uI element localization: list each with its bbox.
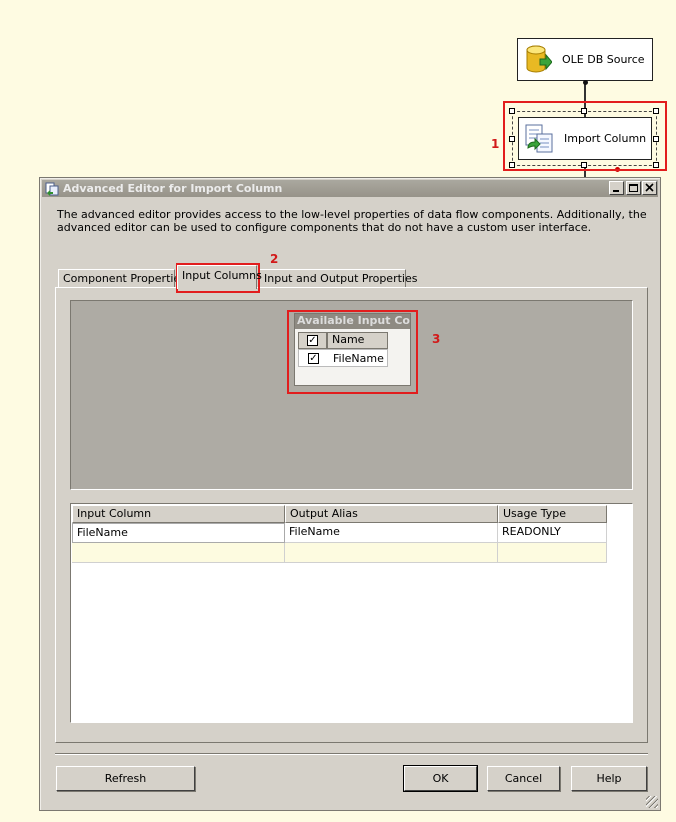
input-columns-grid: Input Column Output Alias Usage Type Fil… — [70, 503, 633, 723]
usage-type-header[interactable]: Usage Type — [498, 505, 607, 523]
annotation-number-2: 2 — [270, 252, 279, 266]
maximize-button[interactable] — [626, 181, 641, 195]
connector-start-dot — [583, 80, 588, 85]
input-columns-panel: Available Input Co... ✓ Name ✓ FileName … — [55, 287, 648, 743]
output-alias-header[interactable]: Output Alias — [285, 505, 498, 523]
advanced-editor-dialog: Advanced Editor for Import Column The ad… — [39, 177, 661, 811]
input-column-header[interactable]: Input Column — [72, 505, 285, 523]
button-separator — [55, 753, 648, 755]
minimize-icon — [613, 190, 619, 192]
close-icon — [645, 183, 654, 192]
ok-button[interactable]: OK — [403, 765, 478, 792]
close-button[interactable] — [642, 181, 657, 195]
database-cylinder-icon — [526, 45, 553, 75]
minimize-button[interactable] — [609, 181, 624, 195]
ole-db-source-component[interactable]: OLE DB Source — [517, 38, 653, 81]
maximize-icon — [629, 184, 638, 192]
ole-db-source-label: OLE DB Source — [562, 53, 645, 66]
cancel-button[interactable]: Cancel — [487, 766, 560, 791]
new-row-output-alias[interactable] — [285, 543, 498, 563]
new-row-usage-type[interactable] — [498, 543, 607, 563]
help-button[interactable]: Help — [571, 766, 647, 791]
dialog-description: The advanced editor provides access to t… — [57, 208, 647, 234]
annotation-box-3 — [287, 310, 418, 394]
dialog-title: Advanced Editor for Import Column — [63, 182, 283, 195]
tab-input-columns[interactable]: Input Columns — [177, 265, 262, 289]
dialog-title-bar[interactable]: Advanced Editor for Import Column — [42, 180, 658, 197]
input-column-cell[interactable]: FileName — [72, 523, 285, 543]
annotation-number-1: 1 — [491, 137, 500, 151]
available-columns-area: Available Input Co... ✓ Name ✓ FileName … — [70, 300, 633, 490]
resize-grip[interactable] — [646, 796, 658, 808]
output-alias-cell[interactable]: FileName — [285, 523, 498, 543]
refresh-button[interactable]: Refresh — [56, 766, 195, 791]
dialog-app-icon — [45, 182, 59, 196]
tab-input-output-properties[interactable]: Input and Output Properties — [259, 269, 417, 288]
annotation-number-3: 3 — [432, 332, 441, 346]
tab-component-properties[interactable]: Component Properties — [58, 269, 186, 288]
annotation-box-1 — [503, 101, 667, 171]
new-row-input-column[interactable] — [72, 543, 285, 563]
usage-type-cell[interactable]: READONLY — [498, 523, 607, 543]
